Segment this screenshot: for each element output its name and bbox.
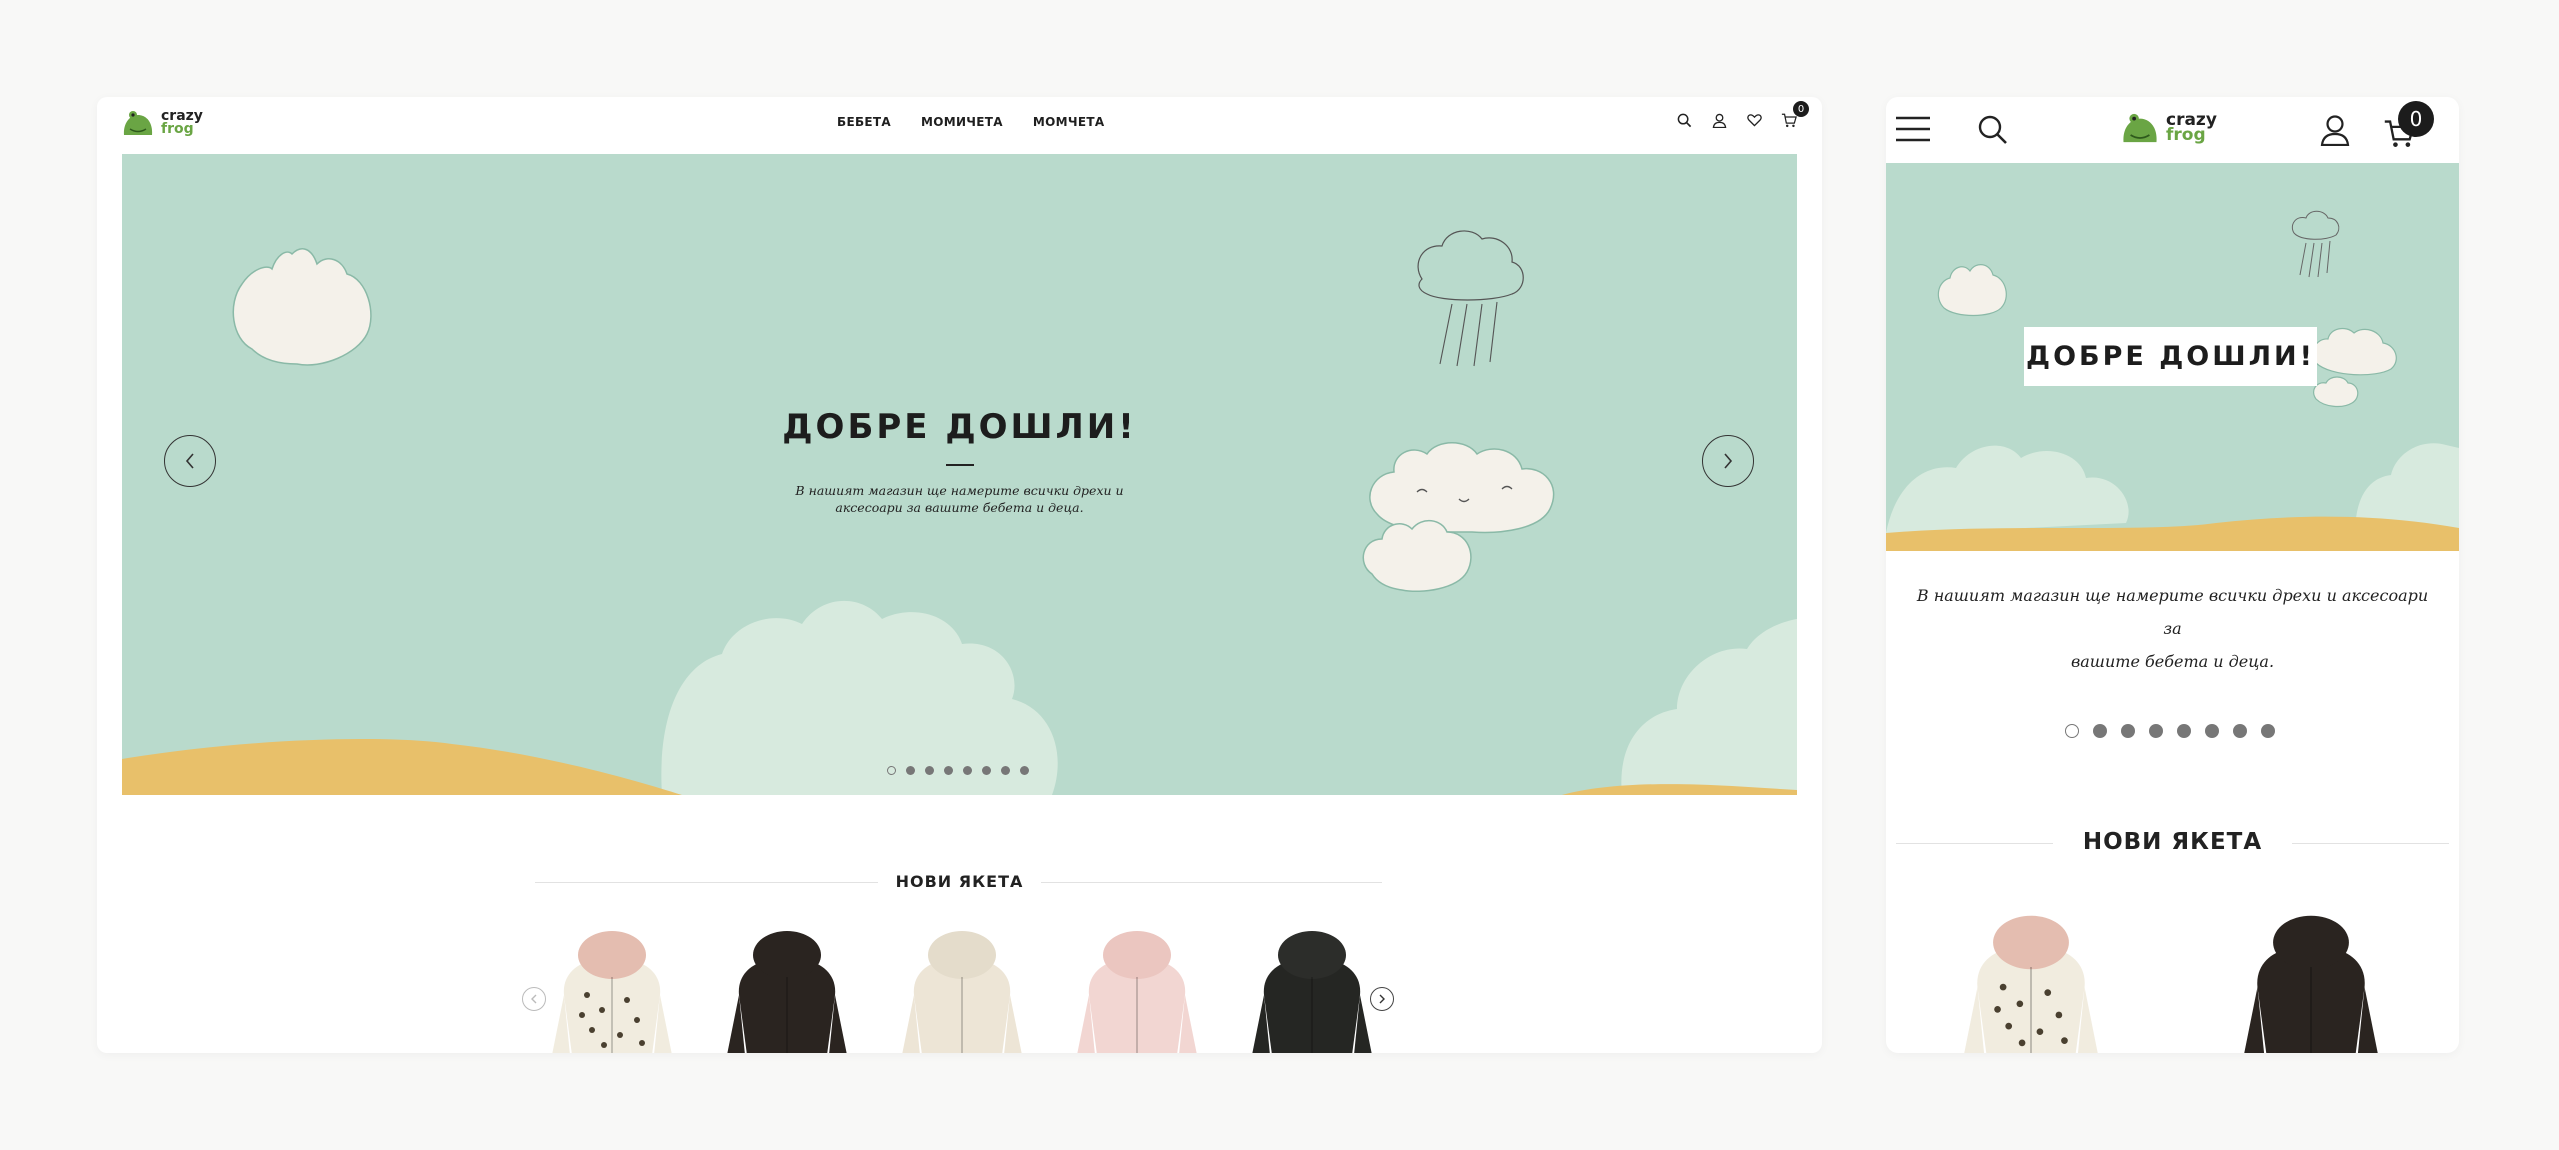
pagination-dot[interactable] (2177, 724, 2191, 738)
user-icon[interactable] (1708, 109, 1730, 131)
hero-divider (946, 464, 974, 466)
product-image (727, 931, 847, 1053)
heart-icon[interactable] (1743, 109, 1765, 131)
mobile-subtitle-line2: вашите бебета и деца. (2070, 652, 2275, 671)
mobile-hero-pagination (2065, 724, 2275, 738)
mobile-header: crazy frog 0 (1886, 97, 2459, 163)
hero-subtitle: В нашият магазин ще намерите всички дрех… (752, 482, 1167, 516)
product-image (1964, 915, 2098, 1053)
main-nav: БЕБЕТА МОМИЧЕТА МОМЧЕТА (837, 115, 1104, 129)
cart-icon[interactable]: 0 (1778, 101, 1809, 131)
product-card[interactable] (2211, 909, 2411, 1053)
chevron-left-icon (531, 994, 537, 1004)
nav-item-babies[interactable]: БЕБЕТА (837, 115, 891, 129)
chevron-right-icon (1724, 453, 1733, 469)
hero-subtitle-line2: аксесоари за вашите бебета и деца. (835, 500, 1084, 515)
pagination-dot[interactable] (1020, 766, 1029, 775)
search-icon[interactable] (1976, 113, 2010, 147)
pagination-dot[interactable] (2093, 724, 2107, 738)
pagination-dot[interactable] (906, 766, 915, 775)
product-card[interactable] (542, 925, 682, 1053)
product-image (1077, 931, 1197, 1053)
header-icons: 0 (1673, 101, 1809, 131)
pagination-dot[interactable] (2065, 724, 2079, 738)
section-title: НОВИ ЯКЕТА (2052, 829, 2293, 855)
product-carousel (542, 925, 1417, 1053)
pagination-dot[interactable] (2233, 724, 2247, 738)
pagination-dot[interactable] (2261, 724, 2275, 738)
mobile-preview: crazy frog 0 ДОБРЕ ДОШЛИ! В нашият магаз… (1886, 97, 2459, 1053)
pagination-dot[interactable] (963, 766, 972, 775)
logo[interactable]: crazy frog (2120, 109, 2217, 147)
mobile-subtitle-line1: В нашият магазин ще намерите всички дрех… (1916, 586, 2429, 638)
product-card[interactable] (1242, 925, 1382, 1053)
product-image (1252, 931, 1372, 1053)
hero-slider: ДОБРЕ ДОШЛИ! В нашият магазин ще намерит… (122, 154, 1797, 795)
product-card[interactable] (892, 925, 1032, 1053)
pagination-dot[interactable] (2121, 724, 2135, 738)
product-card[interactable] (1067, 925, 1207, 1053)
pagination-dot[interactable] (925, 766, 934, 775)
cart-count-badge: 0 (2398, 101, 2434, 137)
hamburger-menu-icon[interactable] (1894, 113, 1932, 145)
nav-item-boys[interactable]: МОМЧЕТА (1033, 115, 1105, 129)
mobile-hero-title: ДОБРЕ ДОШЛИ! (2024, 327, 2317, 386)
product-card[interactable] (717, 925, 857, 1053)
frog-icon (123, 111, 153, 135)
pagination-dot[interactable] (982, 766, 991, 775)
hero-next-button[interactable] (1702, 435, 1754, 487)
frog-icon (2123, 113, 2157, 143)
pagination-dot[interactable] (944, 766, 953, 775)
mobile-hero: ДОБРЕ ДОШЛИ! (1886, 163, 2459, 551)
hero-subtitle-line1: В нашият магазин ще намерите всички дрех… (795, 483, 1124, 498)
section-title: НОВИ ЯКЕТА (877, 872, 1042, 891)
pagination-dot[interactable] (2205, 724, 2219, 738)
search-icon[interactable] (1673, 109, 1695, 131)
hero-title: ДОБРЕ ДОШЛИ! (782, 407, 1137, 447)
user-icon[interactable] (2318, 113, 2352, 147)
product-image (2244, 915, 2378, 1053)
mobile-product-carousel (1931, 909, 2411, 1053)
cart-count-badge: 0 (1793, 101, 1809, 117)
desktop-header: crazy frog БЕБЕТА МОМИЧЕТА МОМЧЕТА 0 (97, 97, 1822, 154)
pagination-dot[interactable] (2149, 724, 2163, 738)
product-card[interactable] (1931, 909, 2131, 1053)
hero-prev-button[interactable] (164, 435, 216, 487)
logo[interactable]: crazy frog (121, 107, 203, 139)
logo-text-line2: frog (161, 121, 194, 137)
pagination-dot[interactable] (1001, 766, 1010, 775)
mobile-hero-subtitle: В нашият магазин ще намерите всички дрех… (1916, 579, 2429, 678)
hero-pagination (887, 766, 1029, 775)
nav-item-girls[interactable]: МОМИЧЕТА (921, 115, 1003, 129)
pagination-dot[interactable] (887, 766, 896, 775)
cart-icon[interactable]: 0 (2382, 101, 2434, 151)
hero-illustration (122, 230, 1797, 795)
chevron-left-icon (185, 453, 194, 469)
desktop-preview: crazy frog БЕБЕТА МОМИЧЕТА МОМЧЕТА 0 ДОБ… (97, 97, 1822, 1053)
logo-text-line2: frog (2166, 125, 2206, 145)
product-image (552, 931, 672, 1053)
product-image (902, 931, 1022, 1053)
